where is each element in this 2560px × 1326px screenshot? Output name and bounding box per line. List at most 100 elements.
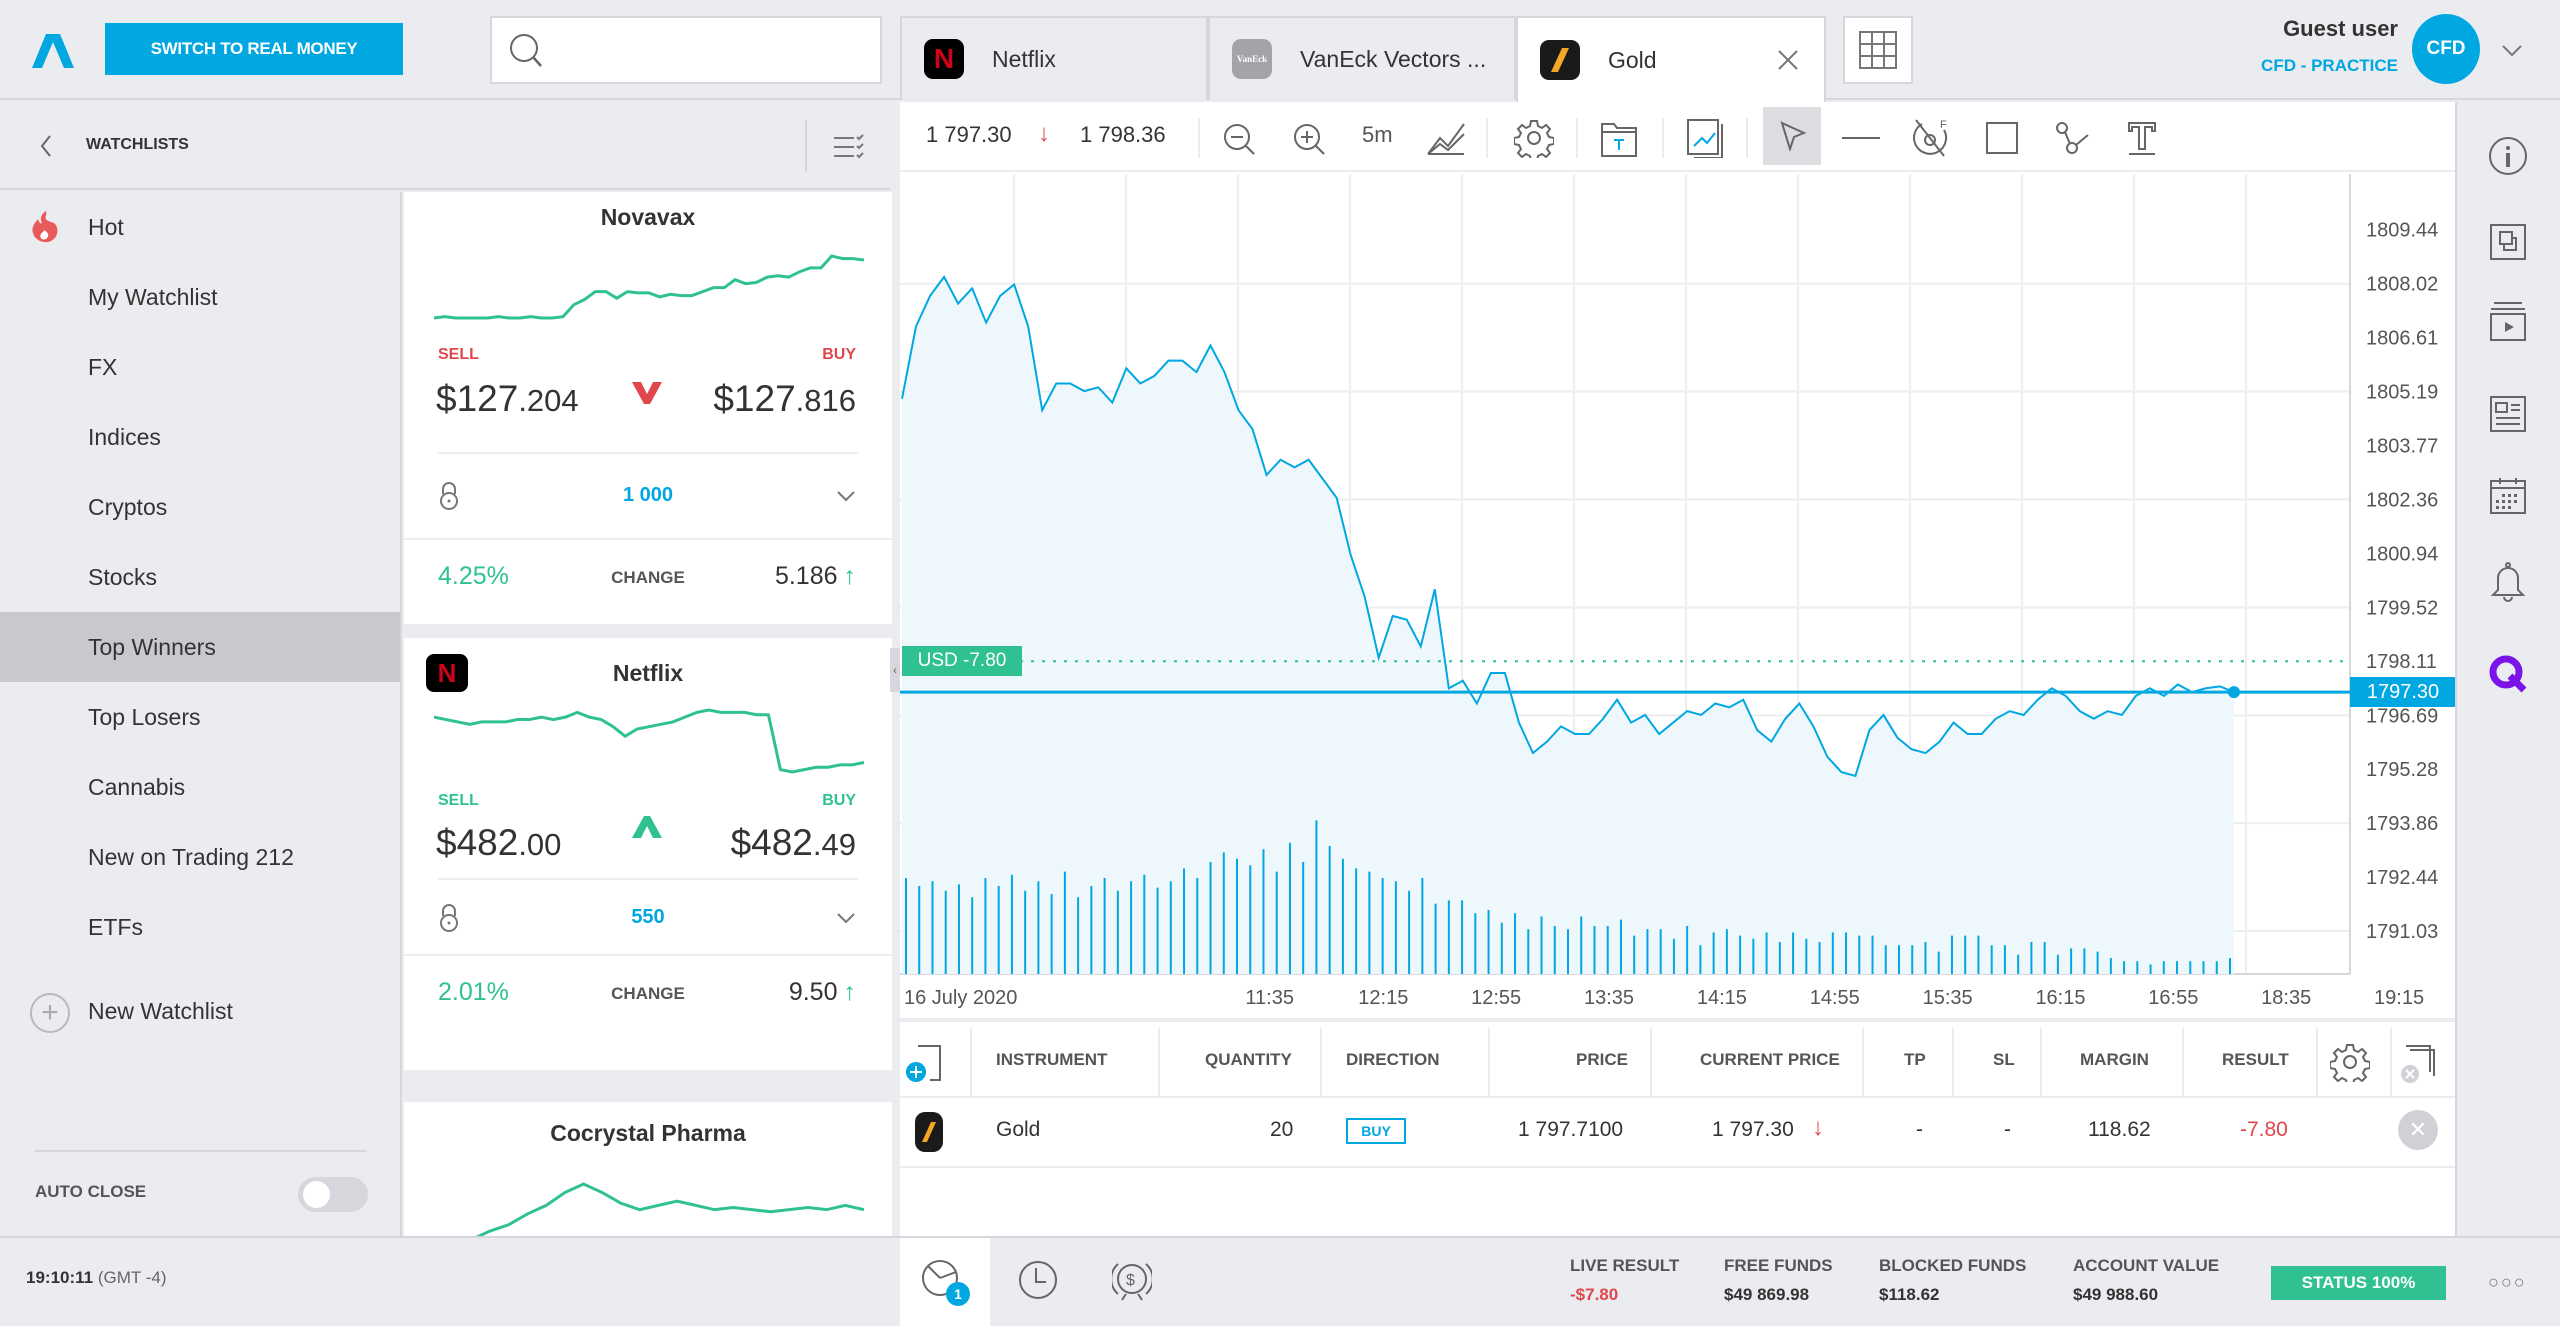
- sidebar-item-etfs[interactable]: ETFs: [0, 892, 400, 962]
- detach-window-icon[interactable]: [2488, 222, 2528, 262]
- change-value: 5.186 ↑: [775, 562, 856, 591]
- search-input[interactable]: [562, 30, 862, 70]
- header-tp[interactable]: TP: [1904, 1050, 1926, 1070]
- collapse-panel-handle[interactable]: ‹: [890, 648, 900, 692]
- settings-icon[interactable]: [1514, 118, 1554, 158]
- sidebar-item-new-on-trading-212[interactable]: New on Trading 212: [0, 822, 400, 892]
- sidebar-item-label: Hot: [88, 213, 124, 240]
- chart-type-icon[interactable]: [1426, 120, 1466, 156]
- sidebar-item-label: Cannabis: [88, 773, 186, 800]
- header-result[interactable]: RESULT: [2222, 1050, 2289, 1070]
- buy-price-button[interactable]: $482.49: [731, 822, 856, 864]
- sell-price-int: $482: [436, 822, 519, 863]
- gold-logo-icon: [1540, 40, 1580, 80]
- cell-margin: 118.62: [2088, 1118, 2151, 1141]
- header-sl[interactable]: SL: [1993, 1050, 2015, 1070]
- tab-gold[interactable]: Gold: [1516, 16, 1826, 102]
- sidebar-item-cryptos[interactable]: Cryptos: [0, 472, 400, 542]
- switch-to-real-money-button[interactable]: SWITCH TO REAL MONEY: [105, 23, 403, 75]
- watchlists-title: WATCHLISTS: [86, 136, 189, 153]
- sidebar-item-top-winners[interactable]: Top Winners: [0, 612, 400, 682]
- new-watchlist-button[interactable]: New Watchlist: [88, 998, 233, 1025]
- instrument-card-cocrystal-pharma[interactable]: Cocrystal Pharma: [404, 1102, 892, 1236]
- sell-price-button[interactable]: $127.204: [436, 378, 579, 420]
- account-mode[interactable]: CFD - PRACTICE: [2261, 56, 2398, 76]
- instrument-card-novavax[interactable]: Novavax SELL BUY $127.204 $127.816 1 000…: [404, 192, 892, 624]
- clock-time: 19:10:11: [26, 1268, 94, 1287]
- price-chart[interactable]: 1809.44 1808.02 1806.61 1805.19 1803.77 1802.…: [900, 174, 2455, 1014]
- chevron-down-icon[interactable]: [836, 486, 856, 506]
- sparkline-line: [434, 254, 864, 320]
- trading212-logo[interactable]: [30, 32, 76, 70]
- avatar[interactable]: CFD: [2412, 14, 2480, 84]
- history-clock-icon[interactable]: [1018, 1258, 1058, 1302]
- auto-close-label: AUTO CLOSE: [35, 1182, 147, 1201]
- zoom-out-icon[interactable]: [1222, 122, 1256, 156]
- auto-close-toggle[interactable]: [298, 1177, 368, 1212]
- info-icon[interactable]: [2488, 136, 2528, 176]
- header-direction[interactable]: DIRECTION: [1346, 1050, 1440, 1070]
- zoom-in-icon[interactable]: [1292, 122, 1326, 156]
- layout-grid-button[interactable]: [1843, 16, 1913, 84]
- buy-price-int: $127: [713, 378, 796, 419]
- calendar-icon[interactable]: [2488, 476, 2528, 516]
- chevron-down-icon[interactable]: [2500, 38, 2524, 62]
- templates-folder-icon[interactable]: [1600, 118, 1638, 158]
- header-price[interactable]: PRICE: [1576, 1050, 1628, 1070]
- sell-price-button[interactable]: $482.00: [436, 822, 561, 864]
- cell-quantity: 20: [1270, 1118, 1294, 1141]
- list-check-icon[interactable]: [832, 134, 866, 160]
- indicators-icon[interactable]: [1686, 118, 1724, 158]
- header-instrument[interactable]: INSTRUMENT: [996, 1050, 1107, 1070]
- quantity-value[interactable]: 550: [404, 906, 892, 929]
- status-button[interactable]: STATUS 100%: [2271, 1266, 2446, 1300]
- bell-icon[interactable]: [2488, 560, 2528, 604]
- sidebar-item-cannabis[interactable]: Cannabis: [0, 752, 400, 822]
- buy-price: 1 798.36: [1080, 122, 1166, 147]
- dividend-alarm-icon[interactable]: $: [1112, 1256, 1152, 1302]
- instrument-card-netflix[interactable]: N Netflix SELL BUY $482.00 $482.49 550 2…: [404, 638, 892, 1070]
- chevron-down-icon[interactable]: [836, 908, 856, 928]
- sidebar-item-my-watchlist[interactable]: My Watchlist: [0, 262, 400, 332]
- buy-price-int: $482: [730, 822, 813, 863]
- plus-icon[interactable]: +: [30, 993, 70, 1033]
- sidebar-item-indices[interactable]: Indices: [0, 402, 400, 472]
- tab-netflix[interactable]: N Netflix: [900, 16, 1208, 100]
- interval-selector[interactable]: 5m: [1362, 122, 1393, 148]
- text-tool-icon[interactable]: [2126, 120, 2158, 156]
- path-tool-icon[interactable]: [2054, 120, 2090, 156]
- y-tick-label: 1800.94: [2366, 543, 2438, 565]
- cell-instrument[interactable]: Gold: [996, 1118, 1040, 1142]
- header-quantity[interactable]: QUANTITY: [1205, 1050, 1292, 1070]
- sidebar-item-hot[interactable]: Hot: [0, 192, 400, 262]
- sidebar-item-top-losers[interactable]: Top Losers: [0, 682, 400, 752]
- add-position-icon[interactable]: [906, 1042, 946, 1086]
- divider: [1650, 1028, 1652, 1098]
- buy-label: BUY: [822, 346, 856, 363]
- cursor-tool-button[interactable]: [1763, 107, 1821, 165]
- sidebar-item-fx[interactable]: FX: [0, 332, 400, 402]
- table-settings-icon[interactable]: [2330, 1042, 2370, 1082]
- cell-tp[interactable]: -: [1916, 1118, 1923, 1142]
- fibonacci-tool-icon[interactable]: F: [1912, 116, 1952, 160]
- quantra-q-icon[interactable]: [2488, 654, 2528, 694]
- buy-price-button[interactable]: $127.816: [713, 378, 856, 420]
- divider: [1198, 118, 1200, 158]
- more-options-icon[interactable]: ○○○: [2488, 1272, 2527, 1293]
- close-position-button[interactable]: ✕: [2398, 1110, 2438, 1150]
- chevron-left-icon[interactable]: [38, 134, 54, 158]
- rectangle-tool-icon[interactable]: [1986, 122, 2018, 154]
- sidebar-item-stocks[interactable]: Stocks: [0, 542, 400, 612]
- horizontal-line-tool-icon[interactable]: [1842, 136, 1880, 140]
- cell-sl[interactable]: -: [2004, 1118, 2011, 1142]
- close-tab-icon[interactable]: [1776, 48, 1800, 72]
- search-box[interactable]: [490, 16, 882, 84]
- header-margin[interactable]: MARGIN: [2080, 1050, 2149, 1070]
- quantity-value[interactable]: 1 000: [404, 484, 892, 507]
- close-all-icon[interactable]: [2400, 1042, 2440, 1086]
- video-icon[interactable]: [2488, 300, 2528, 344]
- header-current-price[interactable]: CURRENT PRICE: [1700, 1050, 1840, 1070]
- toggle-knob: [303, 1181, 330, 1208]
- news-icon[interactable]: [2488, 394, 2528, 434]
- tab-vaneck[interactable]: VanEck VanEck Vectors ...: [1208, 16, 1516, 100]
